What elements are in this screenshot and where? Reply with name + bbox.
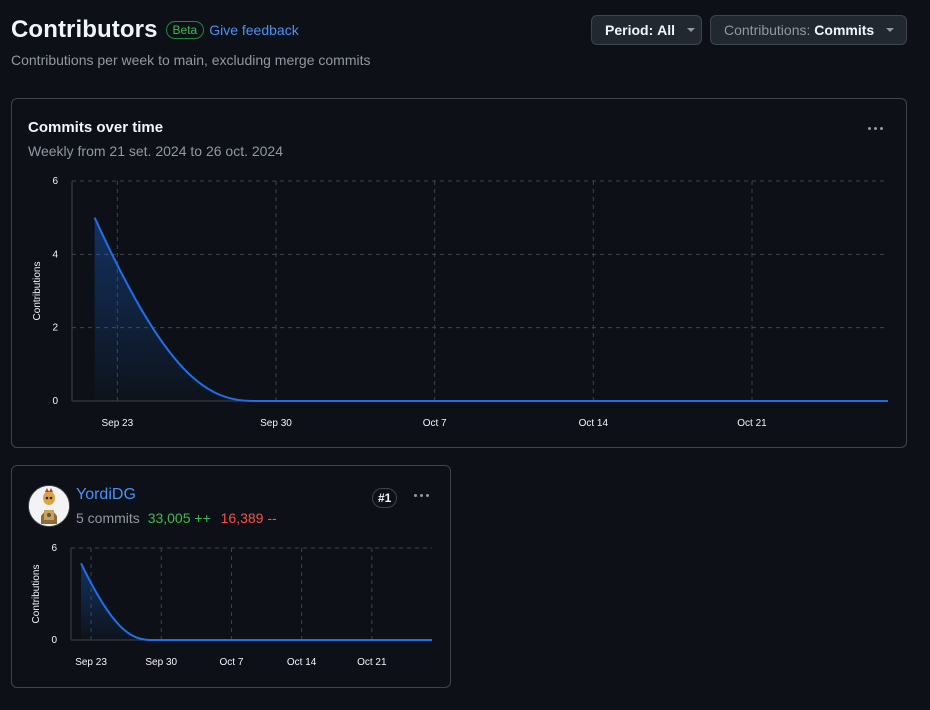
contributor-card: YordiDG 5 commits 33,005 ++ 16,389 -- #1… <box>11 465 451 688</box>
x-tick-label: Oct 14 <box>287 657 317 668</box>
y-tick-label: 6 <box>52 176 58 187</box>
give-feedback-link[interactable]: Give feedback <box>209 22 299 38</box>
main-chart: 0 2 4 6 Sep 23 Sep 30 Oct 7 Oct 14 Oct 21 Contrib… <box>32 176 889 429</box>
contributions-value: Commits <box>814 22 875 38</box>
page-subtitle: Contributions per week to main, excludin… <box>11 52 371 68</box>
period-label: Period: <box>605 22 654 38</box>
series-line <box>93 217 888 403</box>
chevron-down-icon <box>687 28 696 32</box>
y-axis-label: Contributions <box>32 262 43 321</box>
y-tick-label: 0 <box>52 396 58 407</box>
y-tick-label: 6 <box>51 543 57 554</box>
y-tick-label: 4 <box>52 249 58 260</box>
contributions-select-button[interactable]: Contributions: Commits <box>710 15 907 45</box>
x-tick-label: Oct 21 <box>357 657 387 668</box>
chevron-down-icon <box>886 28 895 32</box>
x-tick-label: Sep 23 <box>75 657 107 668</box>
page-header: Contributors Beta Give feedback Contribu… <box>11 16 371 68</box>
contributions-label: Contributions: <box>724 22 811 38</box>
series-area <box>81 563 433 640</box>
x-tick-label: Oct 21 <box>737 418 767 429</box>
y-tick-label: 0 <box>51 635 57 646</box>
x-tick-label: Sep 30 <box>260 418 292 429</box>
x-tick-label: Oct 7 <box>423 418 447 429</box>
commits-over-time-card: Commits over time Weekly from 21 set. 20… <box>11 98 907 448</box>
period-select-button[interactable]: Period: All <box>591 15 702 45</box>
y-axis-label: Contributions <box>31 565 42 624</box>
x-tick-label: Sep 23 <box>101 418 133 429</box>
period-value: All <box>657 22 676 38</box>
contributor-chart: 0 6 Sep 23 Sep 30 Oct 7 Oct 14 Oct 21 Contribut… <box>31 543 433 668</box>
series-area <box>94 217 888 401</box>
x-tick-label: Sep 30 <box>145 657 177 668</box>
beta-badge: Beta <box>165 21 205 39</box>
title-row: Contributors Beta Give feedback <box>11 16 371 44</box>
series-line <box>80 562 432 641</box>
y-tick-label: 2 <box>52 323 58 334</box>
page-title: Contributors <box>11 16 158 43</box>
x-tick-label: Oct 7 <box>219 657 243 668</box>
x-tick-label: Oct 14 <box>579 418 609 429</box>
